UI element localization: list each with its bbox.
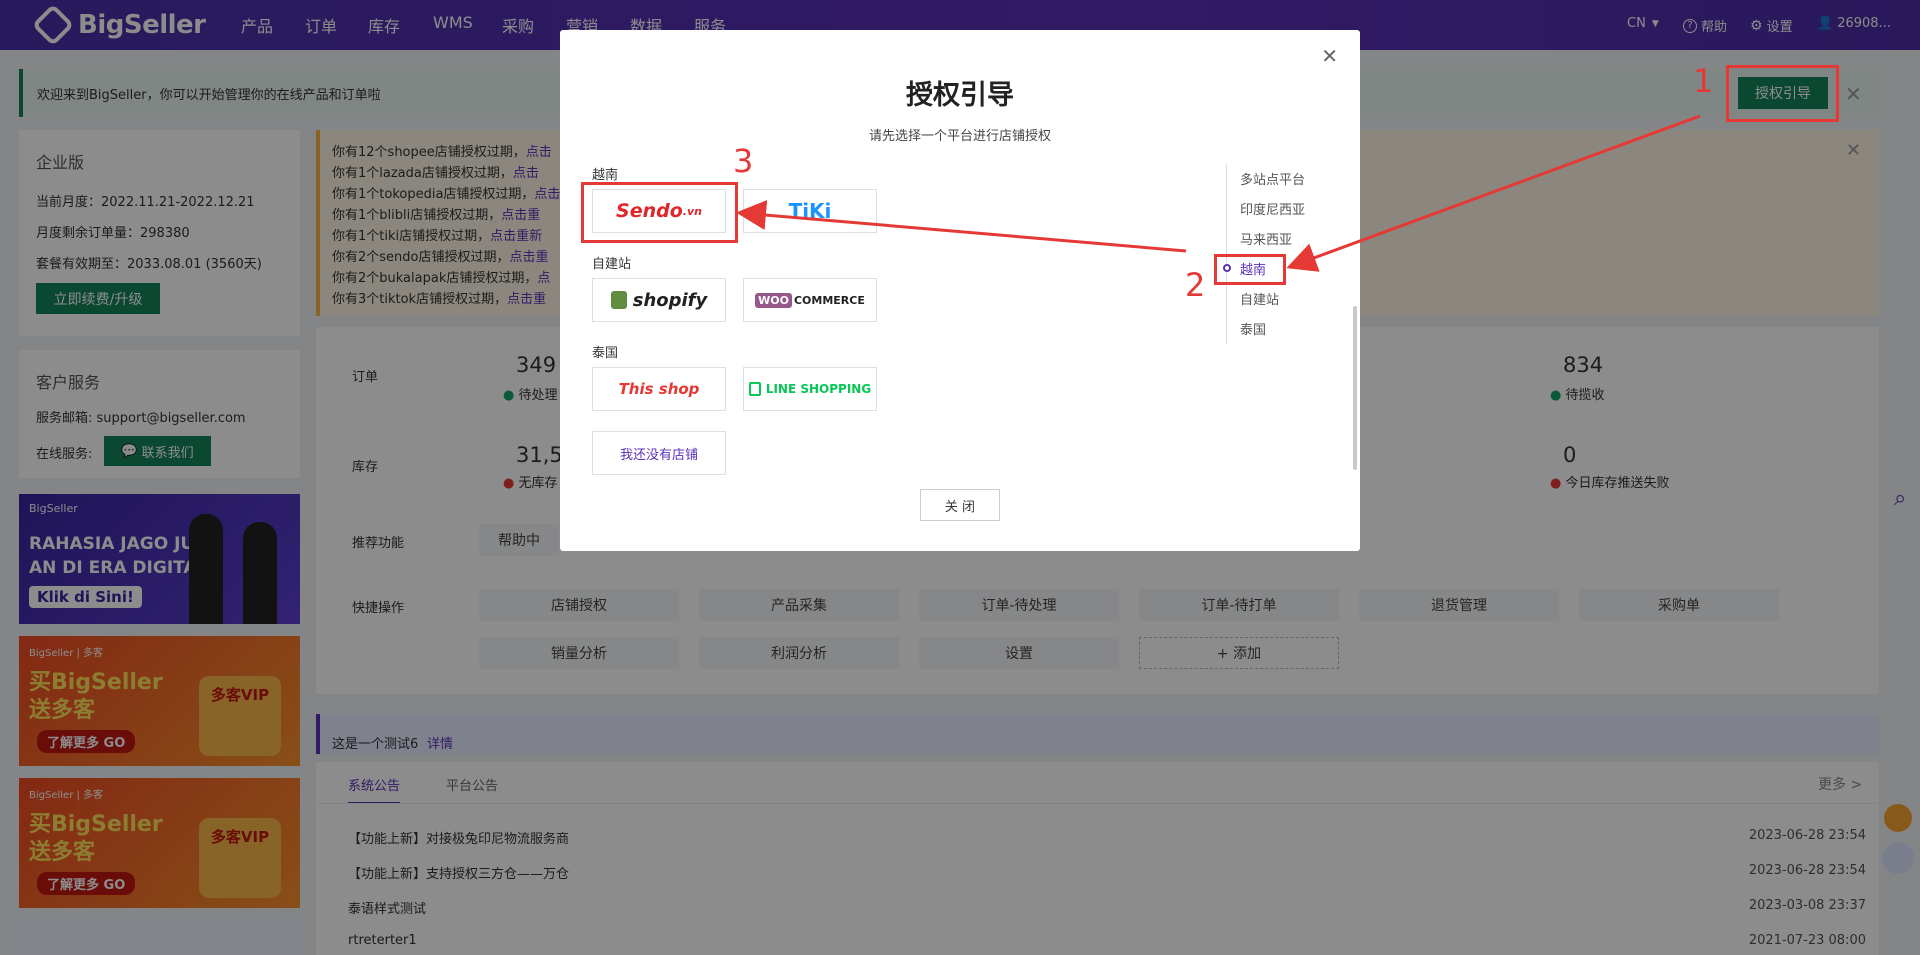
arrow-to-sendo <box>736 200 1187 253</box>
annotation-arrows <box>736 114 1701 272</box>
arrow-to-vietnam-anchor <box>1286 114 1701 272</box>
